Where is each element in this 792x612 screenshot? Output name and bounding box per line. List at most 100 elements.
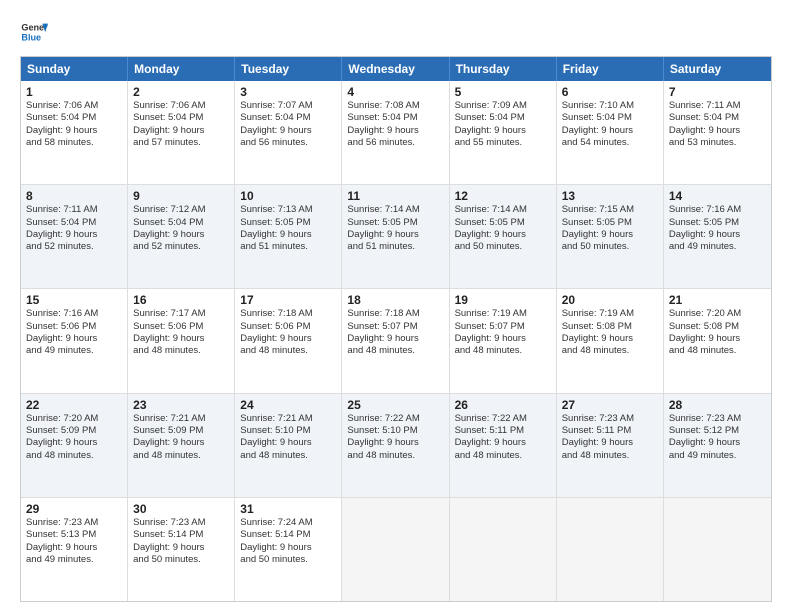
calendar-cell: 12Sunrise: 7:14 AMSunset: 5:05 PMDayligh… — [450, 185, 557, 288]
cell-info-line: Sunrise: 7:16 AM — [26, 308, 122, 320]
cell-info-line: and 58 minutes. — [26, 137, 122, 149]
day-number: 17 — [240, 293, 336, 307]
cell-info-line: and 51 minutes. — [240, 241, 336, 253]
weekday-header: Thursday — [450, 57, 557, 81]
cell-info-line: Daylight: 9 hours — [133, 125, 229, 137]
cell-info-line: Sunset: 5:04 PM — [347, 112, 443, 124]
cell-info-line: and 52 minutes. — [133, 241, 229, 253]
cell-info-line: Daylight: 9 hours — [26, 542, 122, 554]
cell-info-line: Daylight: 9 hours — [562, 437, 658, 449]
day-number: 11 — [347, 189, 443, 203]
cell-info-line: Daylight: 9 hours — [133, 437, 229, 449]
day-number: 3 — [240, 85, 336, 99]
cell-info-line: Sunset: 5:04 PM — [669, 112, 766, 124]
cell-info-line: Daylight: 9 hours — [669, 437, 766, 449]
calendar-cell: 27Sunrise: 7:23 AMSunset: 5:11 PMDayligh… — [557, 394, 664, 497]
cell-info-line: Daylight: 9 hours — [240, 333, 336, 345]
cell-info-line: Daylight: 9 hours — [562, 333, 658, 345]
day-number: 14 — [669, 189, 766, 203]
calendar-cell: 29Sunrise: 7:23 AMSunset: 5:13 PMDayligh… — [21, 498, 128, 601]
cell-info-line: Sunrise: 7:06 AM — [133, 100, 229, 112]
day-number: 8 — [26, 189, 122, 203]
cell-info-line: Sunrise: 7:18 AM — [347, 308, 443, 320]
day-number: 5 — [455, 85, 551, 99]
calendar-cell: 4Sunrise: 7:08 AMSunset: 5:04 PMDaylight… — [342, 81, 449, 184]
cell-info-line: Sunrise: 7:18 AM — [240, 308, 336, 320]
calendar-cell: 5Sunrise: 7:09 AMSunset: 5:04 PMDaylight… — [450, 81, 557, 184]
cell-info-line: Sunset: 5:05 PM — [347, 217, 443, 229]
cell-info-line: Sunset: 5:04 PM — [133, 112, 229, 124]
cell-info-line: Daylight: 9 hours — [347, 437, 443, 449]
cell-info-line: Sunrise: 7:21 AM — [133, 413, 229, 425]
calendar-cell: 24Sunrise: 7:21 AMSunset: 5:10 PMDayligh… — [235, 394, 342, 497]
calendar-cell: 3Sunrise: 7:07 AMSunset: 5:04 PMDaylight… — [235, 81, 342, 184]
day-number: 13 — [562, 189, 658, 203]
cell-info-line: Daylight: 9 hours — [133, 333, 229, 345]
calendar-row: 8Sunrise: 7:11 AMSunset: 5:04 PMDaylight… — [21, 184, 771, 288]
cell-info-line: Sunrise: 7:13 AM — [240, 204, 336, 216]
day-number: 6 — [562, 85, 658, 99]
calendar-cell: 22Sunrise: 7:20 AMSunset: 5:09 PMDayligh… — [21, 394, 128, 497]
cell-info-line: Sunrise: 7:10 AM — [562, 100, 658, 112]
calendar-cell — [342, 498, 449, 601]
day-number: 25 — [347, 398, 443, 412]
day-number: 26 — [455, 398, 551, 412]
cell-info-line: Sunset: 5:10 PM — [240, 425, 336, 437]
day-number: 20 — [562, 293, 658, 307]
cell-info-line: Daylight: 9 hours — [455, 437, 551, 449]
day-number: 22 — [26, 398, 122, 412]
cell-info-line: Daylight: 9 hours — [26, 229, 122, 241]
cell-info-line: Sunset: 5:04 PM — [562, 112, 658, 124]
calendar-cell: 1Sunrise: 7:06 AMSunset: 5:04 PMDaylight… — [21, 81, 128, 184]
weekday-header: Friday — [557, 57, 664, 81]
weekday-header: Wednesday — [342, 57, 449, 81]
cell-info-line: Sunset: 5:04 PM — [26, 112, 122, 124]
calendar-cell — [450, 498, 557, 601]
cell-info-line: Daylight: 9 hours — [26, 437, 122, 449]
cell-info-line: and 51 minutes. — [347, 241, 443, 253]
cell-info-line: Daylight: 9 hours — [455, 333, 551, 345]
cell-info-line: Sunset: 5:11 PM — [455, 425, 551, 437]
cell-info-line: Daylight: 9 hours — [240, 437, 336, 449]
cell-info-line: Sunrise: 7:23 AM — [669, 413, 766, 425]
cell-info-line: Sunset: 5:09 PM — [26, 425, 122, 437]
cell-info-line: and 48 minutes. — [240, 345, 336, 357]
page: General Blue SundayMondayTuesdayWednesda… — [0, 0, 792, 612]
day-number: 12 — [455, 189, 551, 203]
cell-info-line: Sunrise: 7:21 AM — [240, 413, 336, 425]
day-number: 10 — [240, 189, 336, 203]
cell-info-line: Sunset: 5:12 PM — [669, 425, 766, 437]
cell-info-line: Daylight: 9 hours — [240, 229, 336, 241]
cell-info-line: and 49 minutes. — [26, 554, 122, 566]
day-number: 18 — [347, 293, 443, 307]
calendar-cell: 6Sunrise: 7:10 AMSunset: 5:04 PMDaylight… — [557, 81, 664, 184]
cell-info-line: and 50 minutes. — [455, 241, 551, 253]
cell-info-line: Sunset: 5:08 PM — [562, 321, 658, 333]
cell-info-line: and 49 minutes. — [26, 345, 122, 357]
cell-info-line: and 48 minutes. — [26, 450, 122, 462]
cell-info-line: Sunrise: 7:23 AM — [26, 517, 122, 529]
cell-info-line: Sunrise: 7:20 AM — [669, 308, 766, 320]
day-number: 2 — [133, 85, 229, 99]
calendar-cell: 14Sunrise: 7:16 AMSunset: 5:05 PMDayligh… — [664, 185, 771, 288]
cell-info-line: Sunset: 5:05 PM — [669, 217, 766, 229]
cell-info-line: and 56 minutes. — [240, 137, 336, 149]
day-number: 30 — [133, 502, 229, 516]
day-number: 9 — [133, 189, 229, 203]
cell-info-line: Sunrise: 7:15 AM — [562, 204, 658, 216]
calendar-cell: 9Sunrise: 7:12 AMSunset: 5:04 PMDaylight… — [128, 185, 235, 288]
cell-info-line: Sunrise: 7:09 AM — [455, 100, 551, 112]
cell-info-line: Sunset: 5:04 PM — [455, 112, 551, 124]
calendar-cell: 28Sunrise: 7:23 AMSunset: 5:12 PMDayligh… — [664, 394, 771, 497]
calendar-cell: 8Sunrise: 7:11 AMSunset: 5:04 PMDaylight… — [21, 185, 128, 288]
cell-info-line: Daylight: 9 hours — [455, 125, 551, 137]
cell-info-line: Sunrise: 7:20 AM — [26, 413, 122, 425]
cell-info-line: and 55 minutes. — [455, 137, 551, 149]
day-number: 1 — [26, 85, 122, 99]
calendar-cell: 30Sunrise: 7:23 AMSunset: 5:14 PMDayligh… — [128, 498, 235, 601]
cell-info-line: Sunset: 5:05 PM — [240, 217, 336, 229]
day-number: 15 — [26, 293, 122, 307]
cell-info-line: Sunset: 5:14 PM — [133, 529, 229, 541]
cell-info-line: Sunrise: 7:06 AM — [26, 100, 122, 112]
cell-info-line: Sunrise: 7:07 AM — [240, 100, 336, 112]
